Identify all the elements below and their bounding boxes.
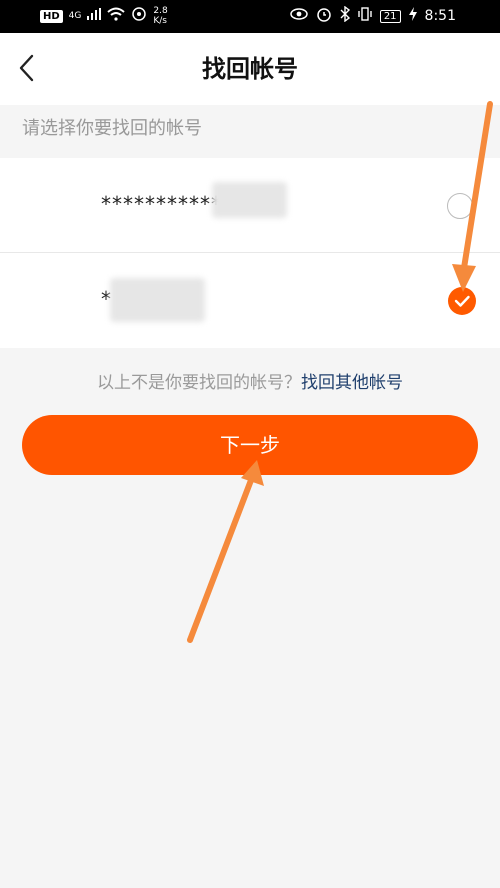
network-speed: 2.8 K/s (153, 6, 167, 26)
back-arrow-icon[interactable] (16, 53, 40, 83)
navbar: 找回帐号 (0, 33, 500, 105)
annotation-arrow-bottom (187, 460, 264, 643)
wifi-icon (107, 7, 126, 25)
page-title: 找回帐号 (202, 55, 298, 83)
hint-row: 以上不是你要找回的帐号？找回其他帐号 (0, 368, 500, 393)
speed-unit: K/s (153, 16, 167, 26)
hint-text: 以上不是你要找回的帐号？ (97, 373, 301, 393)
clock-time: 8:51 (424, 8, 456, 24)
eye-icon (290, 8, 308, 24)
hd-badge: HD (40, 9, 63, 23)
battery-level: 21 (379, 9, 401, 23)
signal-icon (87, 8, 102, 24)
account-row[interactable]: * (0, 253, 500, 347)
blurred-account-region (212, 182, 287, 218)
network-type: 4G (68, 11, 82, 21)
blurred-account-region (110, 278, 205, 322)
hotspot-icon (131, 6, 147, 26)
vibrate-icon (358, 6, 372, 26)
section-label: 请选择你要找回的帐号 (22, 118, 202, 139)
speed-value: 2.8 (153, 6, 168, 16)
charging-icon (408, 7, 417, 25)
bluetooth-icon (340, 5, 350, 26)
status-left: HD 4G 2.8 K/s (40, 6, 168, 26)
find-other-account-link[interactable]: 找回其他帐号 (301, 373, 403, 393)
status-bar: HD 4G 2.8 K/s 21 8:51 (0, 0, 500, 33)
radio-unchecked-icon[interactable] (447, 193, 473, 219)
account-row[interactable]: ************: (0, 158, 500, 253)
next-step-button[interactable]: 下一步 (22, 415, 478, 475)
alarm-icon (316, 6, 332, 26)
checkmark-icon[interactable] (448, 287, 476, 315)
status-right: 21 8:51 (290, 5, 456, 26)
account-list: ************: * (0, 158, 500, 348)
